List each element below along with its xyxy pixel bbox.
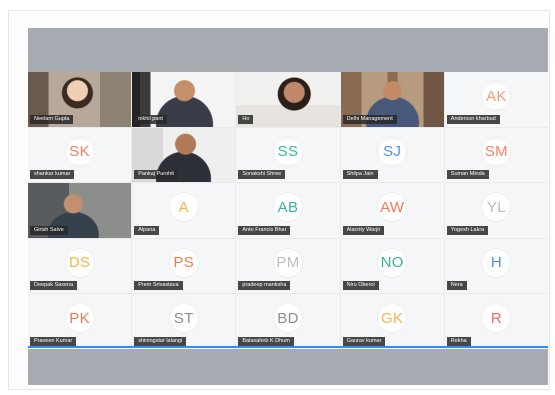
participant-tile[interactable]: H Nera — [444, 238, 548, 294]
participant-tile[interactable]: AK Anderson kharbud — [444, 72, 548, 127]
participant-tile[interactable]: PS Prem Srivastava — [132, 238, 236, 294]
participant-name-label: Rekha — [446, 336, 471, 346]
participant-name-label: pradeep manksha — [238, 281, 291, 291]
participant-tile[interactable]: GK Gaurav kumar — [340, 294, 444, 349]
participant-name-label: Balasaheb K Dhum — [238, 336, 294, 346]
participant-initials: SJ — [378, 137, 407, 166]
participant-name-label: shankar kumar — [30, 170, 75, 180]
participant-initials: ST — [169, 304, 198, 333]
participant-name-label: Nera — [446, 281, 467, 291]
participant-name-label: Gaurav kumar — [342, 336, 386, 346]
participant-tile[interactable]: AB Anto Francis Bhar — [236, 183, 340, 238]
participant-name-label: Niru Oberoi — [342, 281, 379, 291]
participant-gallery: Neelam Gupta nikhil pant Ho Delhi Manage… — [28, 72, 548, 349]
participant-tile[interactable]: Ho — [236, 72, 340, 127]
participant-name-label: Shilpa Jain — [342, 170, 378, 180]
participant-tile[interactable]: nikhil pant — [132, 72, 236, 127]
participant-initials: H — [482, 248, 511, 277]
participant-name-label: Girish Salve — [30, 225, 68, 235]
participant-initials: AW — [378, 193, 407, 222]
participant-initials: PS — [169, 248, 198, 277]
participant-tile[interactable]: Delhi Management — [340, 72, 444, 127]
participant-tile[interactable]: PM pradeep manksha — [236, 238, 340, 294]
participant-name-label: Prem Srivastava — [134, 281, 183, 291]
participant-initials: AB — [273, 193, 302, 222]
active-speaker-indicator — [28, 346, 548, 348]
participant-name-label: Neelam Gupta — [30, 114, 74, 124]
participant-tile[interactable]: SS Sonakshi Shree — [236, 127, 340, 183]
participant-tile[interactable]: SM Suman Minda — [444, 127, 548, 183]
participant-name-label: Delhi Management — [342, 114, 397, 124]
participant-name-label: Pankaj Purohit — [134, 170, 178, 180]
participant-initials: GK — [378, 304, 407, 333]
participant-tile[interactable]: Pankaj Purohit — [132, 127, 236, 183]
participant-tile[interactable]: NO Niru Oberoi — [340, 238, 444, 294]
participant-initials: AK — [482, 82, 511, 111]
participant-name-label: Deepak Saxena — [30, 281, 78, 291]
participant-tile[interactable]: BD Balasaheb K Dhum — [236, 294, 340, 349]
participant-name-label: Yogesh Lakra — [446, 225, 489, 235]
participant-tile[interactable]: YL Yogesh Lakra — [444, 183, 548, 238]
participant-name-label: Anto Francis Bhar — [238, 225, 291, 235]
participant-tile[interactable]: ST shiningstar lalangi — [132, 294, 236, 349]
participant-initials: SK — [65, 137, 94, 166]
meeting-top-bar — [28, 28, 548, 72]
participant-name-label: Praveen Kumar — [30, 336, 77, 346]
participant-tile[interactable]: SJ Shilpa Jain — [340, 127, 444, 183]
participant-tile[interactable]: DS Deepak Saxena — [28, 238, 132, 294]
participant-name-label: Alpana — [134, 225, 160, 235]
participant-initials: A — [169, 193, 198, 222]
participant-tile[interactable]: A Alpana — [132, 183, 236, 238]
participant-tile[interactable]: R Rekha — [444, 294, 548, 349]
participant-tile[interactable]: SK shankar kumar — [28, 127, 132, 183]
participant-tile[interactable]: AW Alacrity Warjri — [340, 183, 444, 238]
participant-name-label: shiningstar lalangi — [134, 336, 187, 346]
participant-name-label: nikhil pant — [134, 114, 167, 124]
participant-tile[interactable]: Girish Salve — [28, 183, 132, 238]
meeting-bottom-bar — [28, 349, 548, 385]
participant-name-label: Ho — [238, 114, 254, 124]
participant-initials: PK — [65, 304, 94, 333]
participant-name-label: Sonakshi Shree — [238, 170, 286, 180]
participant-initials: BD — [273, 304, 302, 333]
participant-initials: PM — [273, 248, 302, 277]
participant-initials: SS — [273, 137, 302, 166]
participant-initials: NO — [378, 248, 407, 277]
participant-initials: DS — [65, 248, 94, 277]
participant-name-label: Suman Minda — [446, 170, 489, 180]
participant-name-label: Anderson kharbud — [446, 114, 500, 124]
participant-initials: YL — [482, 193, 511, 222]
participant-initials: SM — [482, 137, 511, 166]
participant-tile[interactable]: Neelam Gupta — [28, 72, 132, 127]
participant-initials: R — [482, 304, 511, 333]
participant-tile[interactable]: PK Praveen Kumar — [28, 294, 132, 349]
participant-name-label: Alacrity Warjri — [342, 225, 385, 235]
